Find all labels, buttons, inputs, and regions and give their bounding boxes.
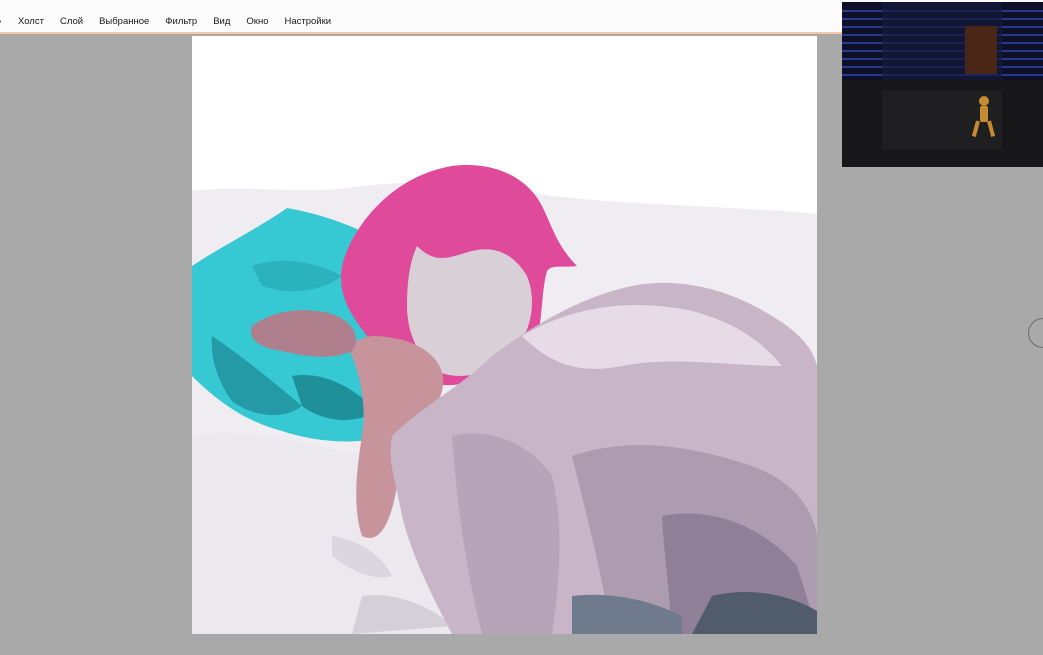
menu-item-window[interactable]: Окно xyxy=(246,16,268,28)
video-scene xyxy=(842,2,1043,167)
artwork xyxy=(192,165,817,634)
menu-list: Холст Слой Выбранное Фильтр Вид Окно Нас… xyxy=(18,16,347,28)
menu-item-file-partial[interactable]: ь xyxy=(0,15,1,26)
menu-item-canvas[interactable]: Холст xyxy=(18,16,44,28)
side-panel-handle[interactable] xyxy=(1028,318,1043,348)
menu-item-view[interactable]: Вид xyxy=(213,16,230,28)
video-thumbnail[interactable] xyxy=(842,2,1043,167)
door xyxy=(965,26,997,74)
menu-item-layer[interactable]: Слой xyxy=(60,16,83,28)
menu-item-favorites[interactable]: Выбранное xyxy=(99,16,149,28)
drawing-canvas[interactable] xyxy=(192,36,817,634)
menu-item-filter[interactable]: Фильтр xyxy=(165,16,197,28)
menu-item-settings[interactable]: Настройки xyxy=(284,16,331,28)
